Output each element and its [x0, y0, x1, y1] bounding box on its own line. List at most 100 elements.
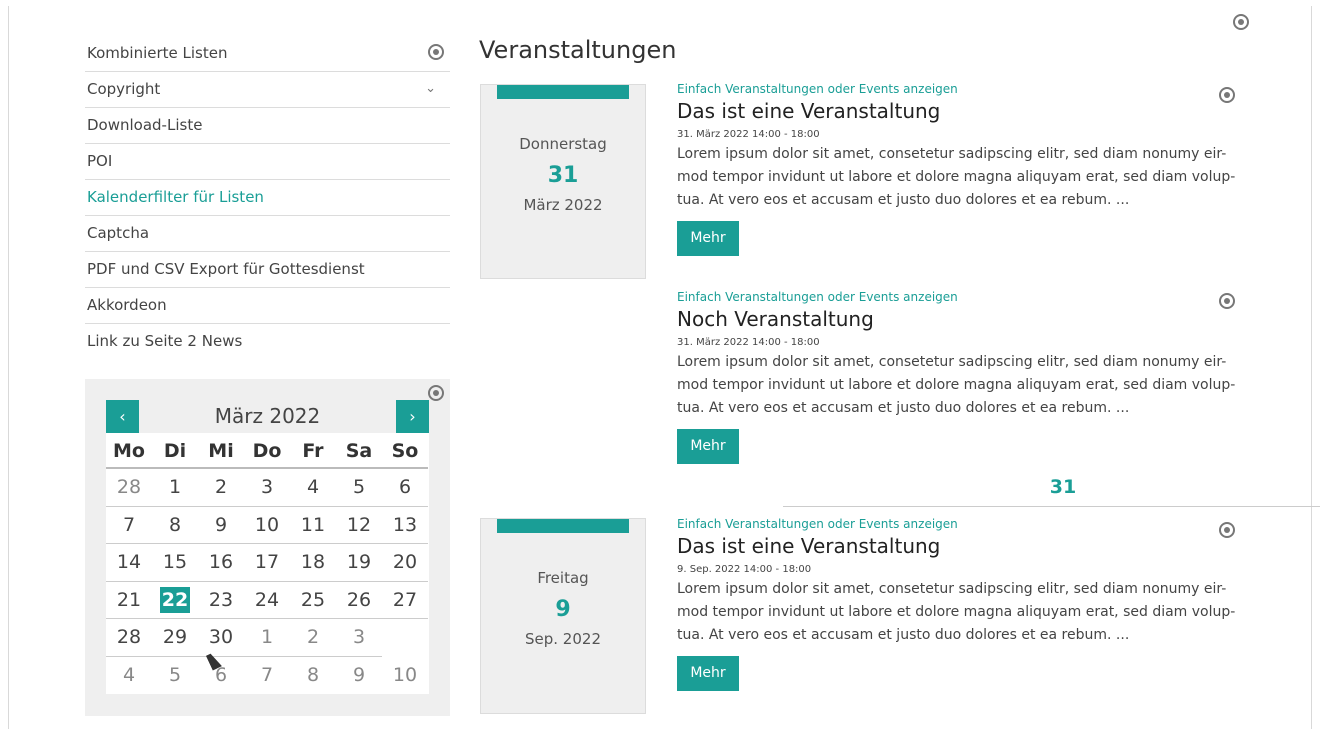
- nav-item-poi[interactable]: POI: [85, 144, 450, 180]
- edit-target-icon[interactable]: [428, 44, 444, 60]
- calendar-settings-icon[interactable]: [428, 385, 444, 401]
- nav-item-kalenderfilter[interactable]: Kalenderfilter für Listen: [85, 180, 450, 216]
- calendar-day[interactable]: 26: [336, 582, 382, 619]
- calendar-day[interactable]: 3: [244, 469, 290, 507]
- calendar-day[interactable]: 5: [336, 469, 382, 507]
- event-category-link[interactable]: Einfach Veranstaltungen oder Events anze…: [677, 82, 1237, 96]
- calendar-day[interactable]: 13: [382, 507, 428, 544]
- calendar-day-today[interactable]: 22: [152, 582, 198, 619]
- page-title: Veranstaltungen: [479, 36, 677, 64]
- more-button[interactable]: Mehr: [677, 656, 739, 691]
- event-description-line: Lorem ipsum dolor sit amet, consetetur s…: [677, 146, 1227, 162]
- calendar-day[interactable]: 20: [382, 544, 428, 582]
- date-weekday: Donnerstag: [519, 135, 607, 153]
- calendar-day[interactable]: 17: [244, 544, 290, 582]
- day-number: 24: [254, 588, 280, 611]
- more-button[interactable]: Mehr: [677, 221, 739, 256]
- calendar-day[interactable]: 9: [198, 507, 244, 544]
- calendar-day[interactable]: 4: [290, 469, 336, 507]
- date-day: 9: [555, 597, 571, 622]
- calendar-weekdays: Mo Di Mi Do Fr Sa So: [106, 433, 429, 469]
- event-date: 31. März 2022 14:00 - 18:00: [677, 337, 820, 348]
- nav-item-link-seite-2[interactable]: Link zu Seite 2 News: [85, 324, 450, 360]
- day-number: 21: [116, 588, 142, 611]
- calendar-day[interactable]: 24: [244, 582, 290, 619]
- calendar-day[interactable]: 1: [244, 619, 290, 657]
- next-month-button[interactable]: ›: [396, 400, 429, 433]
- calendar-day[interactable]: 1: [152, 469, 198, 507]
- calendar-day[interactable]: 8: [152, 507, 198, 544]
- event-date: 31. März 2022 14:00 - 18:00: [677, 129, 820, 140]
- calendar-day-with-events[interactable]: 312: [783, 469, 1320, 507]
- calendar-day[interactable]: 21: [106, 582, 152, 619]
- date-card-accent: [497, 85, 629, 99]
- edit-target-icon[interactable]: [1219, 293, 1235, 309]
- calendar-day[interactable]: 3: [336, 619, 382, 657]
- calendar-day[interactable]: 2: [198, 469, 244, 507]
- event-title[interactable]: Das ist eine Veranstaltung: [677, 99, 1237, 123]
- calendar-day[interactable]: 9: [336, 657, 382, 695]
- day-number: 8: [306, 663, 320, 686]
- calendar-day[interactable]: 27: [382, 582, 428, 619]
- calendar-day[interactable]: 23: [198, 582, 244, 619]
- calendar-day[interactable]: 18: [290, 544, 336, 582]
- settings-target-icon[interactable]: [1233, 14, 1249, 30]
- calendar-day[interactable]: 29: [152, 619, 198, 657]
- day-number: 9: [214, 513, 228, 536]
- day-number: 28: [116, 476, 142, 498]
- calendar-day[interactable]: 19: [336, 544, 382, 582]
- calendar-day[interactable]: 25: [290, 582, 336, 619]
- calendar-day[interactable]: 15: [152, 544, 198, 582]
- calendar-day[interactable]: 10: [382, 657, 428, 695]
- nav-item-download-liste[interactable]: Download-Liste: [85, 108, 450, 144]
- calendar-day[interactable]: 5: [152, 657, 198, 695]
- calendar-day[interactable]: 6: [198, 657, 244, 695]
- calendar-day[interactable]: 2: [290, 619, 336, 657]
- chevron-down-icon[interactable]: ⌄: [425, 72, 436, 106]
- event-description-line: mod tempor invidunt ut labore et dolore …: [677, 169, 1236, 185]
- calendar-day[interactable]: 12: [336, 507, 382, 544]
- day-number: 1: [260, 626, 274, 648]
- day-number: 6: [398, 476, 412, 498]
- day-number: 3: [260, 476, 274, 498]
- day-number: 5: [352, 476, 366, 498]
- nav-item-captcha[interactable]: Captcha: [85, 216, 450, 252]
- date-card: Donnerstag 31 März 2022: [480, 84, 646, 279]
- calendar-day[interactable]: 6: [382, 469, 428, 507]
- calendar-day[interactable]: 7: [244, 657, 290, 695]
- prev-month-button[interactable]: ‹: [106, 400, 139, 433]
- nav-item-kombinierte-listen[interactable]: Kombinierte Listen: [85, 36, 450, 72]
- calendar-day[interactable]: 7: [106, 507, 152, 544]
- date-card: Freitag 9 Sep. 2022: [480, 518, 646, 714]
- calendar-day[interactable]: 28: [106, 619, 152, 657]
- nav-item-label: Copyright: [87, 80, 161, 98]
- calendar-day[interactable]: 4: [106, 657, 152, 695]
- event-title[interactable]: Das ist eine Veranstaltung: [677, 534, 1237, 558]
- event-title[interactable]: Noch Veranstaltung: [677, 307, 1237, 331]
- nav-item-akkordeon[interactable]: Akkordeon: [85, 288, 450, 324]
- nav-item-pdf-csv-export[interactable]: PDF und CSV Export für Gottesdienst: [85, 252, 450, 288]
- day-number: 4: [306, 476, 320, 498]
- day-number: 13: [392, 513, 418, 536]
- calendar-day[interactable]: 8: [290, 657, 336, 695]
- edit-target-icon[interactable]: [1219, 522, 1235, 538]
- event-description: Lorem ipsum dolor sit amet, consetetur s…: [677, 578, 1237, 647]
- edit-target-icon[interactable]: [1219, 87, 1235, 103]
- calendar-day[interactable]: 28: [106, 469, 152, 507]
- calendar-day[interactable]: 16: [198, 544, 244, 582]
- weekday-label: Di: [152, 433, 198, 469]
- calendar-day[interactable]: 11: [290, 507, 336, 544]
- day-number: 10: [392, 663, 418, 686]
- event-category-link[interactable]: Einfach Veranstaltungen oder Events anze…: [677, 290, 1237, 304]
- day-number: 16: [208, 551, 234, 573]
- day-number: 7: [122, 513, 136, 536]
- event-category-link[interactable]: Einfach Veranstaltungen oder Events anze…: [677, 517, 1237, 531]
- calendar-day[interactable]: 10: [244, 507, 290, 544]
- nav-item-copyright[interactable]: Copyright ⌄: [85, 72, 450, 108]
- more-button[interactable]: Mehr: [677, 429, 739, 464]
- nav-item-label: Captcha: [87, 224, 150, 242]
- event-description-line: mod tempor invidunt ut labore et dolore …: [677, 604, 1236, 620]
- calendar-day[interactable]: 14: [106, 544, 152, 582]
- calendar-day[interactable]: 30: [198, 619, 244, 657]
- day-number: 25: [300, 588, 326, 611]
